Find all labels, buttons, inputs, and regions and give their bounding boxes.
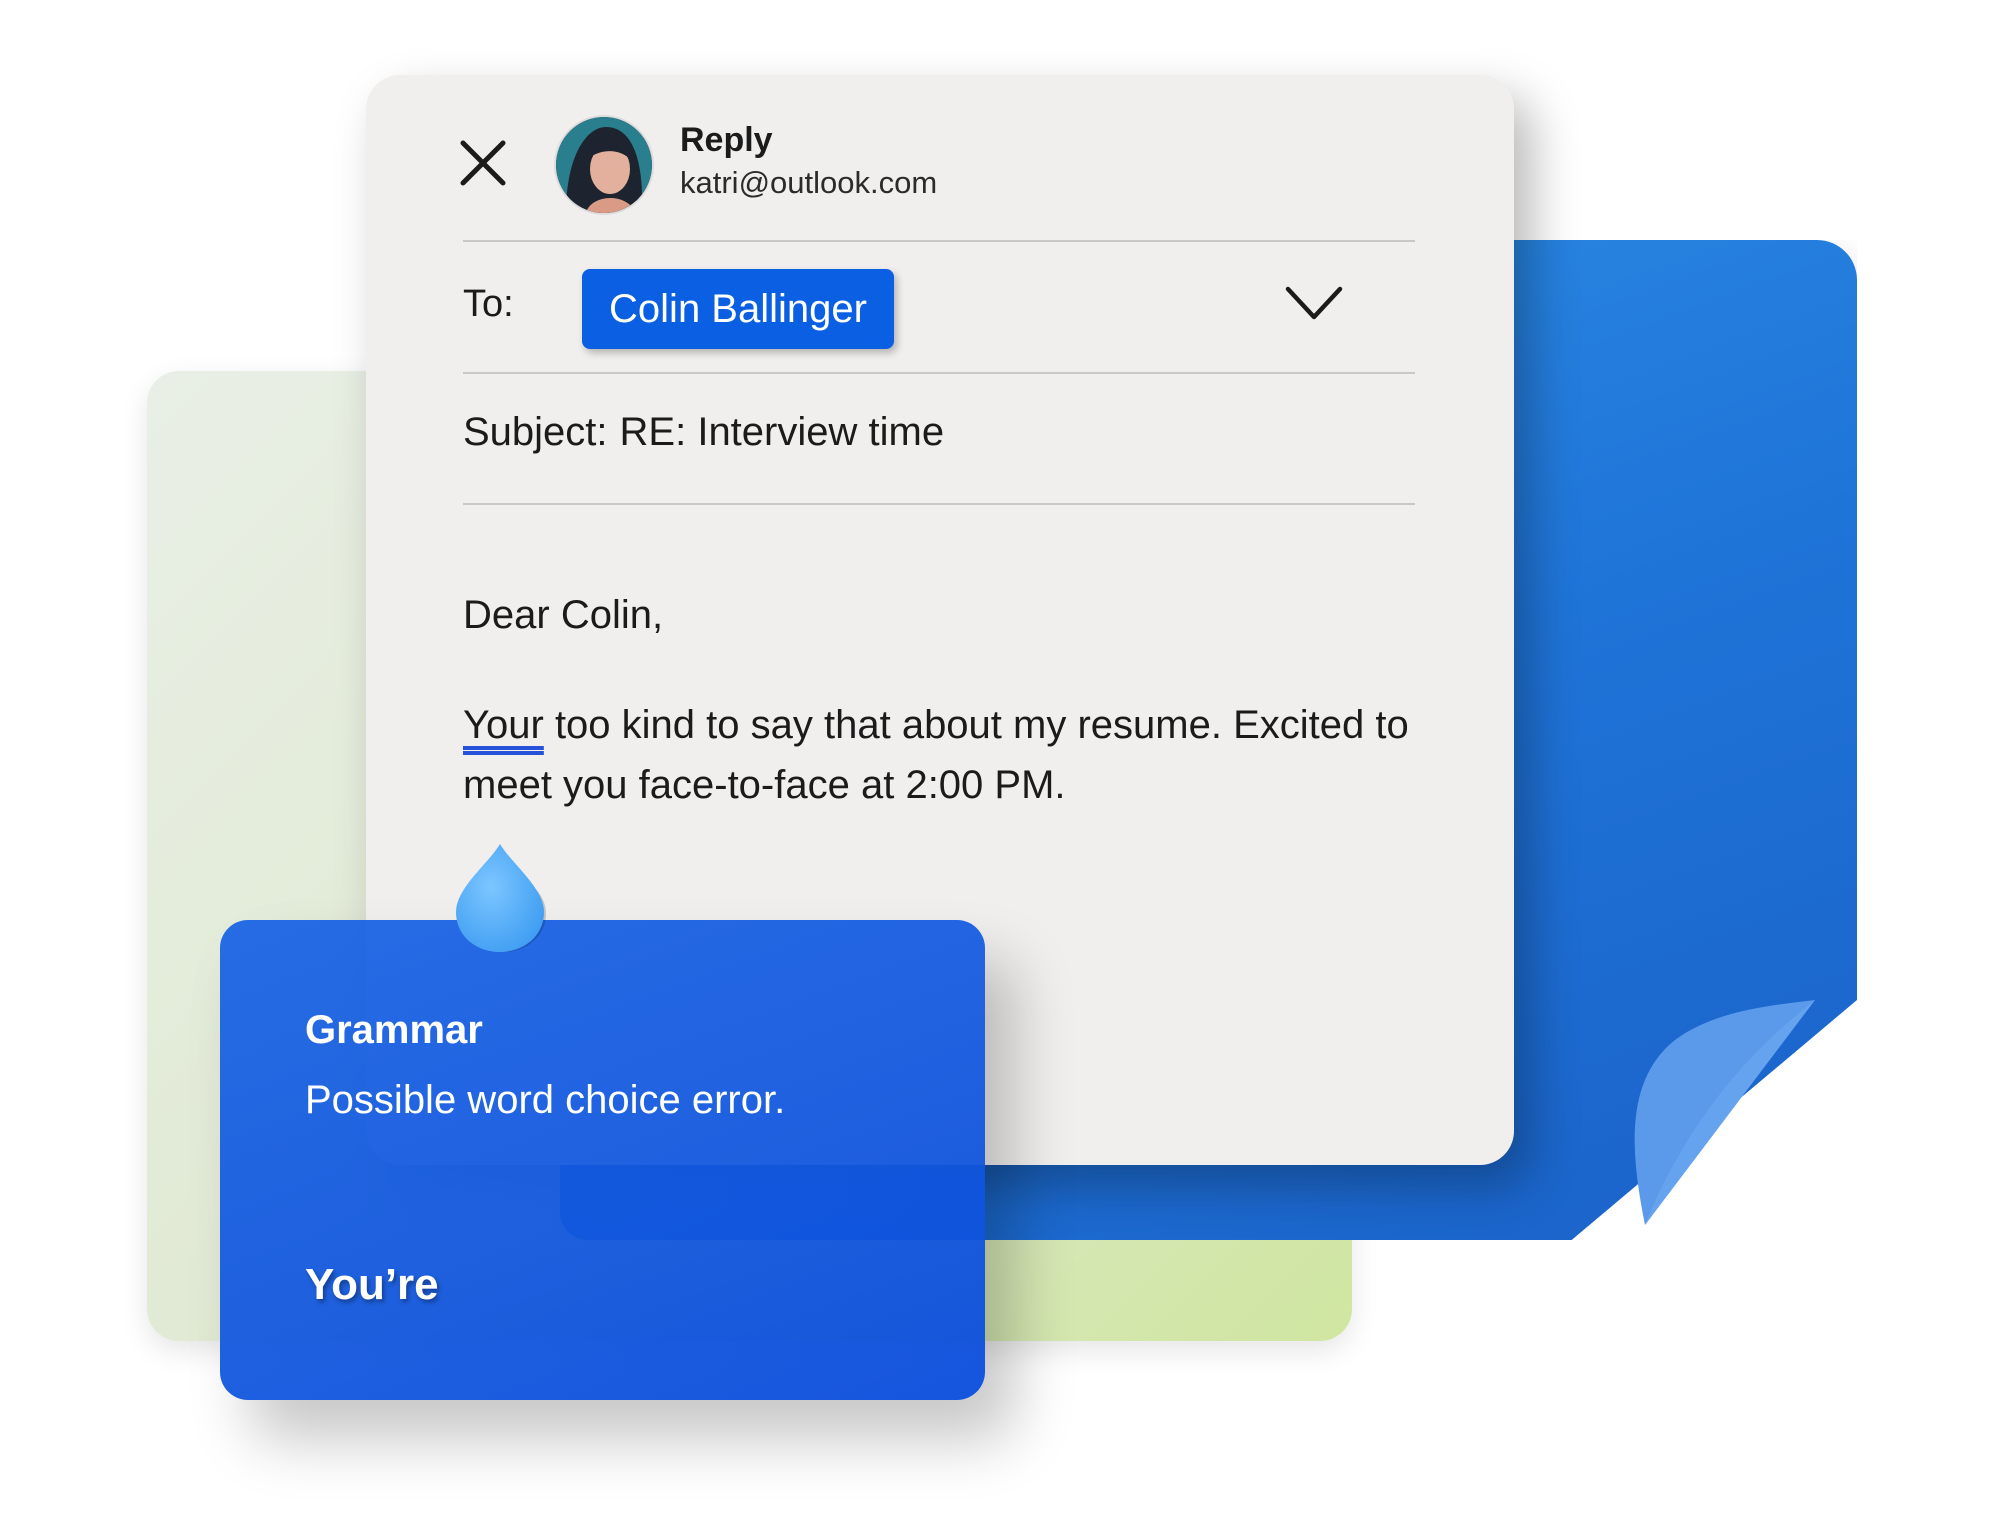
email-body-text: too kind to say that about my resume. Ex… — [463, 703, 1409, 807]
recipient-chip[interactable]: Colin Ballinger — [582, 269, 894, 349]
stage: Reply katri@outlook.com To: Colin Ballin… — [0, 0, 2000, 1537]
sender-email: katri@outlook.com — [680, 165, 938, 200]
subject-divider — [463, 503, 1415, 505]
grammar-suggestion-card: Grammar Possible word choice error. You’… — [220, 920, 985, 1400]
avatar — [554, 115, 654, 215]
grammar-description: Possible word choice error. — [305, 1078, 786, 1122]
grammar-title: Grammar — [305, 1008, 483, 1052]
flagged-word[interactable]: Your — [463, 703, 544, 747]
subject-label: Subject: — [463, 410, 608, 454]
to-label: To: — [463, 283, 514, 325]
subject-value: RE: Interview time — [619, 410, 945, 454]
reply-title: Reply — [680, 121, 773, 159]
grammar-suggestion-button[interactable]: You’re — [305, 1260, 439, 1310]
subject-field[interactable]: Subject: RE: Interview time — [463, 410, 944, 455]
pin-drop-icon — [456, 844, 546, 952]
to-divider — [463, 372, 1415, 374]
chevron-down-icon[interactable] — [1284, 283, 1344, 325]
close-icon[interactable] — [458, 138, 508, 188]
email-greeting: Dear Colin, — [463, 593, 664, 637]
email-body[interactable]: Your too kind to say that about my resum… — [463, 695, 1473, 815]
avatar-portrait-icon — [556, 117, 652, 213]
page-curl-icon — [1634, 1000, 1815, 1225]
header-divider — [463, 240, 1415, 242]
